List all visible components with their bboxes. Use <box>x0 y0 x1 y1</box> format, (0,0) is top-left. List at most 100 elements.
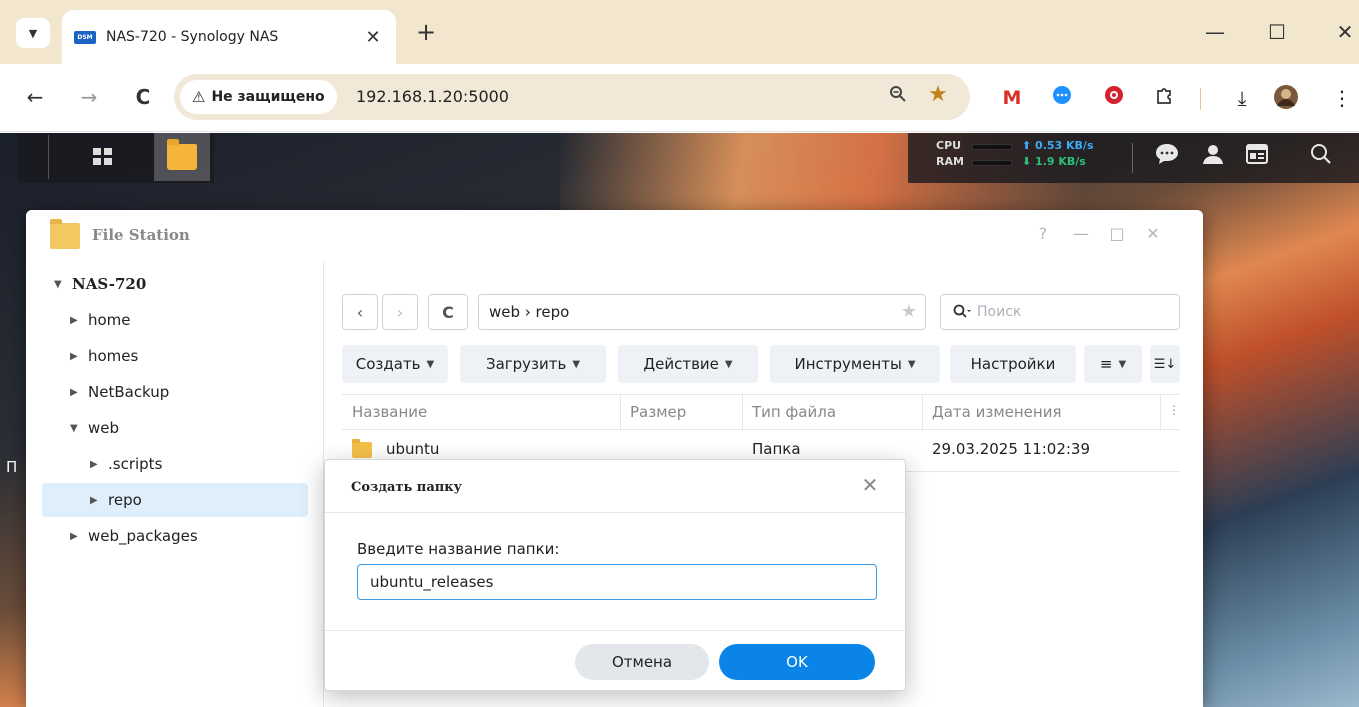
taskbar-file-station[interactable] <box>154 133 210 181</box>
caret-right-icon[interactable]: ▶ <box>70 351 84 362</box>
view-mode-button[interactable]: ≡ ▼ <box>1084 345 1142 383</box>
caret-down-icon[interactable]: ▼ <box>54 279 68 290</box>
caret-down-icon[interactable]: ▼ <box>70 423 84 434</box>
settings-label: Настройки <box>970 355 1056 373</box>
window-maximize-button[interactable]: ☐ <box>1262 18 1292 46</box>
caret-down-icon: ▼ <box>1118 358 1127 370</box>
tree-item-label: web <box>88 419 120 437</box>
upload-speed: ⬆ 0.53 KB/s <box>1022 139 1094 152</box>
caret-right-icon[interactable]: ▶ <box>90 459 104 470</box>
chat-icon[interactable] <box>1152 143 1182 173</box>
address-bar[interactable]: ⚠ Не защищено 192.168.1.20:5000 ★ <box>174 74 970 120</box>
new-tab-button[interactable]: + <box>412 18 440 46</box>
caret-right-icon[interactable]: ▶ <box>70 387 84 398</box>
search-field[interactable]: Поиск <box>940 294 1180 330</box>
browser-tab-active[interactable]: DSM NAS-720 - Synology NAS ✕ <box>62 10 396 64</box>
tree-root[interactable]: ▼ NAS-720 <box>54 267 146 301</box>
tree-item-scripts[interactable]: ▶ .scripts <box>90 447 162 481</box>
column-divider <box>922 395 923 431</box>
window-close-button[interactable]: ✕ <box>1142 224 1164 243</box>
main-menu-button[interactable] <box>48 135 158 179</box>
column-options-icon[interactable]: ⋮ <box>1168 403 1180 417</box>
ram-meter <box>972 160 1012 166</box>
column-divider <box>1160 395 1161 431</box>
window-titlebar[interactable]: File Station ? — □ ✕ <box>26 210 1203 262</box>
create-button[interactable]: Создать ▼ <box>342 345 448 383</box>
sort-icon: ☰↓ <box>1153 356 1177 372</box>
bug-extension-icon[interactable] <box>1100 84 1128 112</box>
zoom-icon[interactable] <box>886 85 910 108</box>
caret-right-icon[interactable]: ▶ <box>70 315 84 326</box>
column-modified[interactable]: Дата изменения <box>932 403 1062 421</box>
caret-right-icon[interactable]: ▶ <box>70 531 84 542</box>
folder-name-label: Введите название папки: <box>357 540 560 558</box>
tree-item-repo[interactable]: ▶ repo <box>42 483 308 517</box>
row-modified: 29.03.2025 11:02:39 <box>932 440 1091 458</box>
window-minimize-button[interactable]: — <box>1200 18 1230 46</box>
folder-name-input[interactable] <box>357 564 877 600</box>
bookmark-star-icon[interactable]: ★ <box>926 82 950 107</box>
column-name[interactable]: Название <box>352 403 427 421</box>
column-size[interactable]: Размер <box>630 403 686 421</box>
caret-down-icon: ▼ <box>907 358 916 370</box>
browser-tabstrip: ▼ DSM NAS-720 - Synology NAS ✕ + — ☐ ✕ <box>0 0 1359 64</box>
tools-button[interactable]: Инструменты ▼ <box>770 345 940 383</box>
window-title: File Station <box>92 226 190 244</box>
upload-button[interactable]: Загрузить ▼ <box>460 345 606 383</box>
search-icon[interactable] <box>1306 143 1336 173</box>
widgets-icon[interactable] <box>1242 143 1272 173</box>
tab-close-icon[interactable]: ✕ <box>362 27 384 48</box>
window-minimize-button[interactable]: — <box>1070 224 1092 243</box>
download-speed: ⬇ 1.9 KB/s <box>1022 155 1086 168</box>
chevron-left-icon: ‹ <box>356 302 364 322</box>
tree-item-label: web_packages <box>88 527 198 545</box>
download-icon[interactable]: ⤓ <box>1228 84 1256 112</box>
window-maximize-button[interactable]: □ <box>1106 224 1128 243</box>
ram-label: RAM <box>936 155 964 168</box>
main-menu-grid-icon <box>93 148 112 165</box>
back-button[interactable]: ← <box>22 84 48 110</box>
browser-menu-icon[interactable]: ⋮ <box>1328 84 1356 112</box>
messenger-extension-icon[interactable] <box>1048 84 1076 112</box>
tab-title: NAS-720 - Synology NAS <box>106 29 279 45</box>
tree-item-web[interactable]: ▼ web <box>70 411 119 445</box>
caret-down-icon: ▼ <box>724 358 733 370</box>
nav-back-button[interactable]: ‹ <box>342 294 378 330</box>
tree-item-label: home <box>88 311 131 329</box>
gmail-extension-icon[interactable]: M <box>998 84 1026 112</box>
browser-toolbar: ← → C ⚠ Не защищено 192.168.1.20:5000 ★ … <box>0 64 1359 132</box>
reload-button[interactable]: C <box>130 84 156 110</box>
tree-item-homes[interactable]: ▶ homes <box>70 339 138 373</box>
settings-button[interactable]: Настройки <box>950 345 1076 383</box>
dialog-divider <box>325 512 905 513</box>
cancel-button[interactable]: Отмена <box>575 644 709 680</box>
status-divider <box>1132 143 1133 173</box>
caret-right-icon[interactable]: ▶ <box>90 495 104 506</box>
nav-forward-button[interactable]: › <box>382 294 418 330</box>
security-chip[interactable]: ⚠ Не защищено <box>180 80 337 114</box>
action-button[interactable]: Действие ▼ <box>618 345 758 383</box>
tree-item-home[interactable]: ▶ home <box>70 303 131 337</box>
url-text[interactable]: 192.168.1.20:5000 <box>356 87 509 106</box>
path-bar[interactable]: web › repo ★ <box>478 294 926 330</box>
list-view-icon: ≡ <box>1099 355 1113 373</box>
dialog-close-icon[interactable]: ✕ <box>859 473 881 497</box>
profile-avatar[interactable] <box>1272 84 1300 112</box>
tree-item-netbackup[interactable]: ▶ NetBackup <box>70 375 169 409</box>
tools-label: Инструменты <box>794 355 902 373</box>
dialog-divider <box>325 630 905 631</box>
tab-search-button[interactable]: ▼ <box>16 18 50 48</box>
sort-button[interactable]: ☰↓ <box>1150 345 1180 383</box>
search-icon <box>953 303 971 322</box>
window-close-button[interactable]: ✕ <box>1330 18 1359 46</box>
extensions-puzzle-icon[interactable] <box>1150 84 1178 112</box>
user-icon[interactable] <box>1198 143 1228 173</box>
favorite-star-icon[interactable]: ★ <box>901 301 917 322</box>
cpu-meter <box>972 144 1012 150</box>
help-button[interactable]: ? <box>1032 224 1054 243</box>
refresh-button[interactable]: C <box>428 294 468 330</box>
forward-button[interactable]: → <box>76 84 102 110</box>
column-type[interactable]: Тип файла <box>752 403 836 421</box>
ok-button[interactable]: OK <box>719 644 875 680</box>
tree-item-web-packages[interactable]: ▶ web_packages <box>70 519 198 553</box>
